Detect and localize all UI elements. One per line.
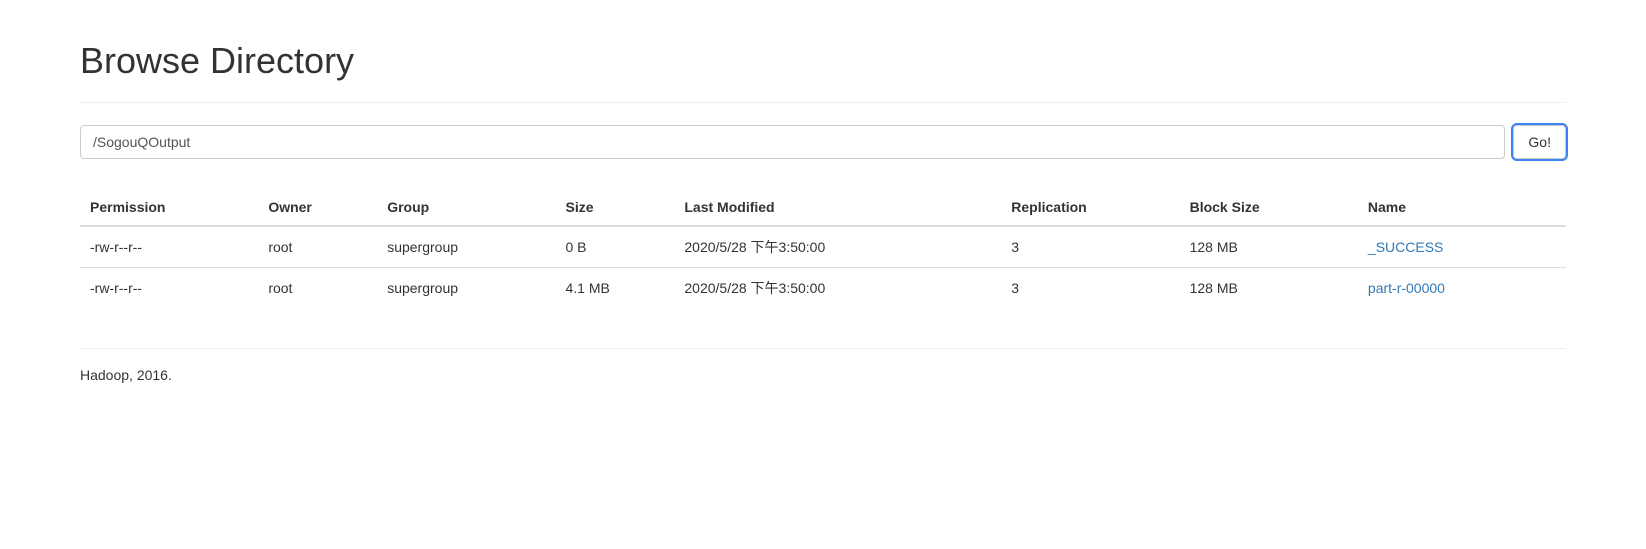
cell-permission: -rw-r--r-- [80,268,258,309]
cell-owner: root [258,226,377,268]
table-row: -rw-r--r--rootsupergroup0 B2020/5/28 下午3… [80,226,1566,268]
cell-name: part-r-00000 [1358,268,1566,309]
cell-owner: root [258,268,377,309]
cell-group: supergroup [377,268,555,309]
cell-group: supergroup [377,226,555,268]
col-group: Group [377,189,555,226]
cell-replication: 3 [1001,226,1179,268]
col-permission: Permission [80,189,258,226]
path-input[interactable] [80,125,1505,159]
table-header-row: Permission Owner Group Size Last Modifie… [80,189,1566,226]
directory-table: Permission Owner Group Size Last Modifie… [80,189,1566,308]
footer-text: Hadoop, 2016. [80,367,1566,383]
page-title: Browse Directory [80,40,1566,82]
cell-block_size: 128 MB [1180,268,1358,309]
col-name: Name [1358,189,1566,226]
cell-name: _SUCCESS [1358,226,1566,268]
col-replication: Replication [1001,189,1179,226]
cell-replication: 3 [1001,268,1179,309]
col-size: Size [556,189,675,226]
go-button[interactable]: Go! [1513,125,1566,159]
cell-size: 4.1 MB [556,268,675,309]
cell-block_size: 128 MB [1180,226,1358,268]
col-owner: Owner [258,189,377,226]
header-divider [80,102,1566,103]
table-row: -rw-r--r--rootsupergroup4.1 MB2020/5/28 … [80,268,1566,309]
footer-divider [80,348,1566,349]
cell-size: 0 B [556,226,675,268]
file-link[interactable]: _SUCCESS [1368,239,1443,255]
path-row: Go! [80,125,1566,159]
col-last-modified: Last Modified [674,189,1001,226]
col-block-size: Block Size [1180,189,1358,226]
cell-permission: -rw-r--r-- [80,226,258,268]
cell-last_modified: 2020/5/28 下午3:50:00 [674,226,1001,268]
file-link[interactable]: part-r-00000 [1368,280,1445,296]
cell-last_modified: 2020/5/28 下午3:50:00 [674,268,1001,309]
